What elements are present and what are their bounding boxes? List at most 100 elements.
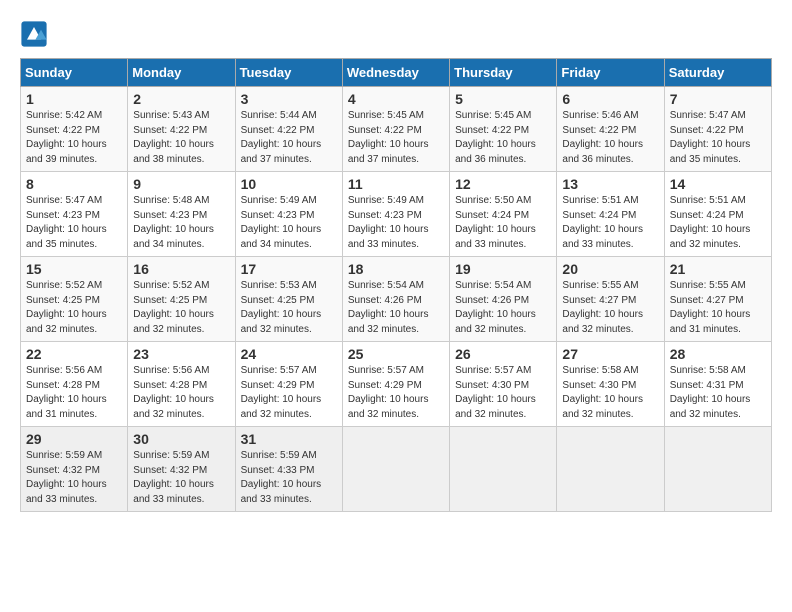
day-cell: 9 Sunrise: 5:48 AM Sunset: 4:23 PM Daylig… [128,172,235,257]
day-number: 31 [241,431,337,447]
day-cell: 4 Sunrise: 5:45 AM Sunset: 4:22 PM Daylig… [342,87,449,172]
day-number: 12 [455,176,551,192]
day-info: Sunrise: 5:47 AM Sunset: 4:22 PM Dayligh… [670,109,766,167]
day-cell: 19 Sunrise: 5:54 AM Sunset: 4:26 PM Dayli… [450,257,557,342]
day-info: Sunrise: 5:52 AM Sunset: 4:25 PM Dayligh… [133,279,229,337]
day-info: Sunrise: 5:57 AM Sunset: 4:30 PM Dayligh… [455,364,551,422]
day-cell: 24 Sunrise: 5:57 AM Sunset: 4:29 PM Dayli… [235,342,342,427]
day-cell: 29 Sunrise: 5:59 AM Sunset: 4:32 PM Dayli… [21,427,128,512]
column-header-monday: Monday [128,59,235,87]
day-cell [450,427,557,512]
day-cell [342,427,449,512]
day-info: Sunrise: 5:48 AM Sunset: 4:23 PM Dayligh… [133,194,229,252]
day-cell: 26 Sunrise: 5:57 AM Sunset: 4:30 PM Dayli… [450,342,557,427]
week-row-2: 8 Sunrise: 5:47 AM Sunset: 4:23 PM Daylig… [21,172,772,257]
day-number: 1 [26,91,122,107]
day-number: 15 [26,261,122,277]
day-number: 11 [348,176,444,192]
day-info: Sunrise: 5:53 AM Sunset: 4:25 PM Dayligh… [241,279,337,337]
day-info: Sunrise: 5:45 AM Sunset: 4:22 PM Dayligh… [348,109,444,167]
day-cell [664,427,771,512]
day-number: 29 [26,431,122,447]
day-cell: 2 Sunrise: 5:43 AM Sunset: 4:22 PM Daylig… [128,87,235,172]
day-number: 5 [455,91,551,107]
day-number: 14 [670,176,766,192]
day-cell: 28Sunrise: 5:58 AM Sunset: 4:31 PM Dayli… [664,342,771,427]
day-number: 25 [348,346,444,362]
day-info: Sunrise: 5:52 AM Sunset: 4:25 PM Dayligh… [26,279,122,337]
day-cell: 6 Sunrise: 5:46 AM Sunset: 4:22 PM Daylig… [557,87,664,172]
day-cell: 15 Sunrise: 5:52 AM Sunset: 4:25 PM Dayli… [21,257,128,342]
page-header [20,20,772,48]
day-number: 9 [133,176,229,192]
column-header-tuesday: Tuesday [235,59,342,87]
week-row-5: 29 Sunrise: 5:59 AM Sunset: 4:32 PM Dayli… [21,427,772,512]
day-info: Sunrise: 5:57 AM Sunset: 4:29 PM Dayligh… [348,364,444,422]
day-info: Sunrise: 5:57 AM Sunset: 4:29 PM Dayligh… [241,364,337,422]
column-headers: SundayMondayTuesdayWednesdayThursdayFrid… [21,59,772,87]
day-number: 23 [133,346,229,362]
week-row-1: 1 Sunrise: 5:42 AM Sunset: 4:22 PM Daylig… [21,87,772,172]
day-number: 16 [133,261,229,277]
day-cell: 5 Sunrise: 5:45 AM Sunset: 4:22 PM Daylig… [450,87,557,172]
column-header-wednesday: Wednesday [342,59,449,87]
week-row-4: 22Sunrise: 5:56 AM Sunset: 4:28 PM Dayli… [21,342,772,427]
day-info: Sunrise: 5:59 AM Sunset: 4:32 PM Dayligh… [133,449,229,507]
day-cell [557,427,664,512]
day-cell: 14 Sunrise: 5:51 AM Sunset: 4:24 PM Dayli… [664,172,771,257]
column-header-saturday: Saturday [664,59,771,87]
day-cell: 7 Sunrise: 5:47 AM Sunset: 4:22 PM Daylig… [664,87,771,172]
day-cell: 31 Sunrise: 5:59 AM Sunset: 4:33 PM Dayli… [235,427,342,512]
day-info: Sunrise: 5:56 AM Sunset: 4:28 PM Dayligh… [26,364,122,422]
day-number: 2 [133,91,229,107]
day-info: Sunrise: 5:58 AM Sunset: 4:30 PM Dayligh… [562,364,658,422]
day-info: Sunrise: 5:46 AM Sunset: 4:22 PM Dayligh… [562,109,658,167]
day-info: Sunrise: 5:59 AM Sunset: 4:32 PM Dayligh… [26,449,122,507]
day-cell: 23 Sunrise: 5:56 AM Sunset: 4:28 PM Dayli… [128,342,235,427]
day-cell: 1 Sunrise: 5:42 AM Sunset: 4:22 PM Daylig… [21,87,128,172]
day-number: 4 [348,91,444,107]
day-info: Sunrise: 5:42 AM Sunset: 4:22 PM Dayligh… [26,109,122,167]
day-cell: 25 Sunrise: 5:57 AM Sunset: 4:29 PM Dayli… [342,342,449,427]
day-info: Sunrise: 5:45 AM Sunset: 4:22 PM Dayligh… [455,109,551,167]
day-cell: 3Sunrise: 5:44 AM Sunset: 4:22 PM Daylig… [235,87,342,172]
day-info: Sunrise: 5:51 AM Sunset: 4:24 PM Dayligh… [670,194,766,252]
day-info: Sunrise: 5:55 AM Sunset: 4:27 PM Dayligh… [670,279,766,337]
day-info: Sunrise: 5:49 AM Sunset: 4:23 PM Dayligh… [241,194,337,252]
day-cell: 20 Sunrise: 5:55 AM Sunset: 4:27 PM Dayli… [557,257,664,342]
day-info: Sunrise: 5:50 AM Sunset: 4:24 PM Dayligh… [455,194,551,252]
day-number: 10 [241,176,337,192]
day-number: 27 [562,346,658,362]
day-cell: 12 Sunrise: 5:50 AM Sunset: 4:24 PM Dayli… [450,172,557,257]
day-cell: 17 Sunrise: 5:53 AM Sunset: 4:25 PM Dayli… [235,257,342,342]
day-cell: 27 Sunrise: 5:58 AM Sunset: 4:30 PM Dayli… [557,342,664,427]
day-info: Sunrise: 5:58 AM Sunset: 4:31 PM Dayligh… [670,364,766,422]
day-number: 7 [670,91,766,107]
day-info: Sunrise: 5:51 AM Sunset: 4:24 PM Dayligh… [562,194,658,252]
logo-icon [20,20,48,48]
day-info: Sunrise: 5:43 AM Sunset: 4:22 PM Dayligh… [133,109,229,167]
day-info: Sunrise: 5:47 AM Sunset: 4:23 PM Dayligh… [26,194,122,252]
day-number: 13 [562,176,658,192]
calendar-table: SundayMondayTuesdayWednesdayThursdayFrid… [20,58,772,512]
day-cell: 13 Sunrise: 5:51 AM Sunset: 4:24 PM Dayli… [557,172,664,257]
logo [20,20,50,48]
day-cell: 21 Sunrise: 5:55 AM Sunset: 4:27 PM Dayli… [664,257,771,342]
day-info: Sunrise: 5:54 AM Sunset: 4:26 PM Dayligh… [455,279,551,337]
day-number: 21 [670,261,766,277]
day-number: 8 [26,176,122,192]
day-info: Sunrise: 5:56 AM Sunset: 4:28 PM Dayligh… [133,364,229,422]
day-info: Sunrise: 5:55 AM Sunset: 4:27 PM Dayligh… [562,279,658,337]
day-info: Sunrise: 5:49 AM Sunset: 4:23 PM Dayligh… [348,194,444,252]
column-header-sunday: Sunday [21,59,128,87]
day-number: 17 [241,261,337,277]
day-number: 24 [241,346,337,362]
day-number: 20 [562,261,658,277]
day-cell: 30Sunrise: 5:59 AM Sunset: 4:32 PM Dayli… [128,427,235,512]
day-info: Sunrise: 5:44 AM Sunset: 4:22 PM Dayligh… [241,109,337,167]
day-cell: 22Sunrise: 5:56 AM Sunset: 4:28 PM Dayli… [21,342,128,427]
day-number: 6 [562,91,658,107]
day-number: 19 [455,261,551,277]
day-number: 26 [455,346,551,362]
day-info: Sunrise: 5:59 AM Sunset: 4:33 PM Dayligh… [241,449,337,507]
